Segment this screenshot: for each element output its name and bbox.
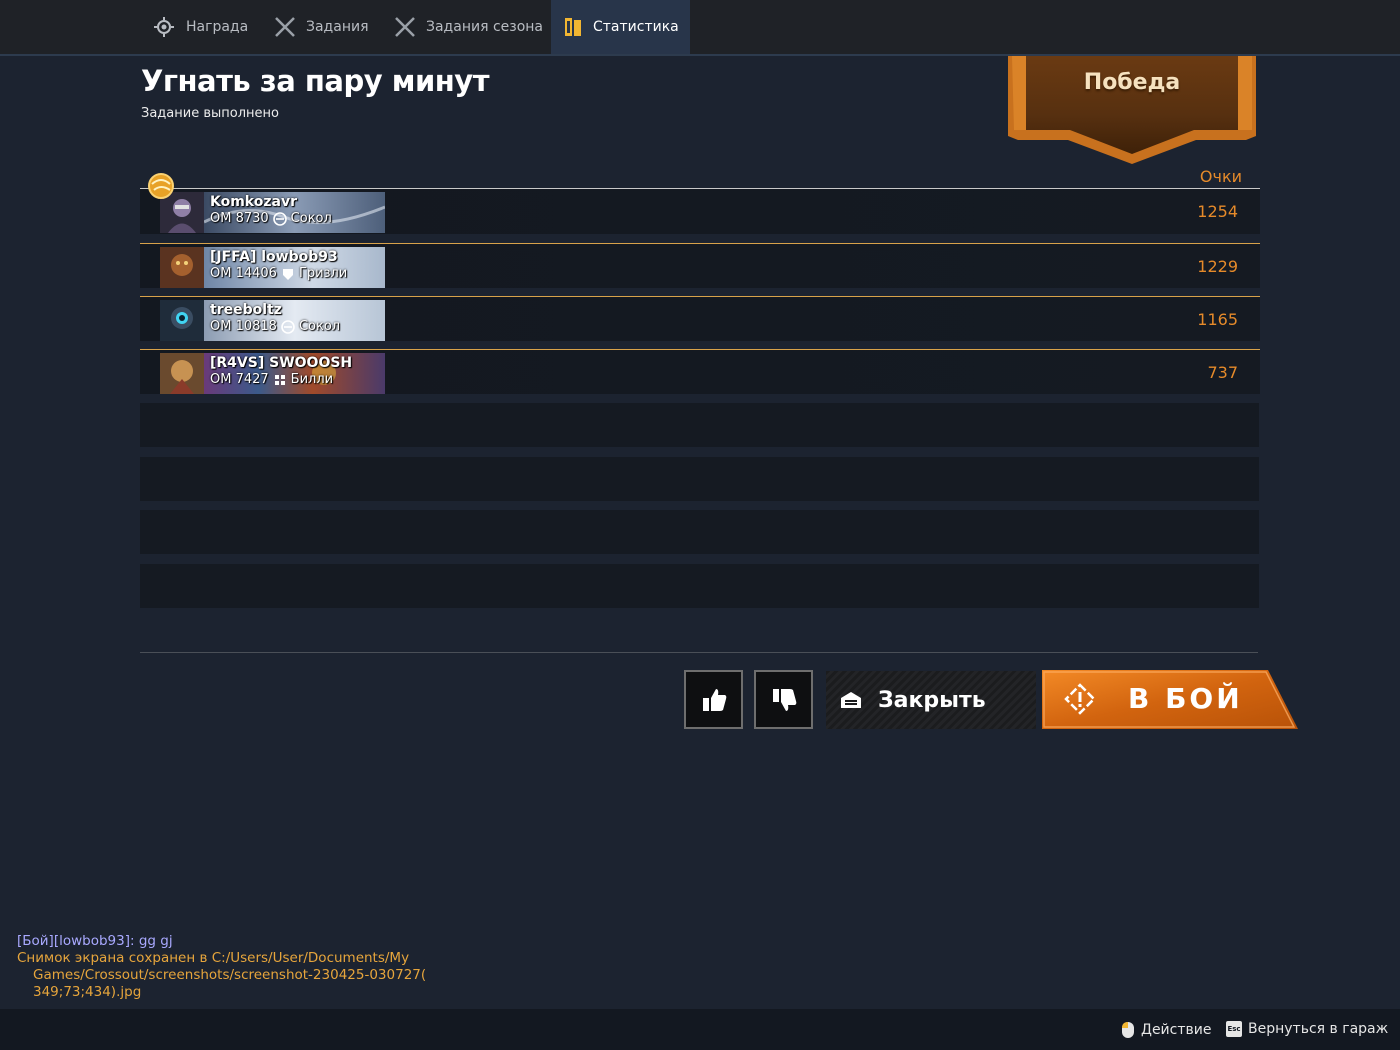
close-button-label: Закрыть [878, 687, 986, 713]
player-score: 1254 [1197, 202, 1238, 221]
player-row[interactable]: Komkozavr ОМ 8730 Сокол 1254 [140, 189, 1260, 234]
player-faction: Сокол [290, 211, 332, 226]
mouse-icon [1122, 1022, 1134, 1038]
player-faction: Билли [290, 372, 334, 387]
empty-row [140, 564, 1259, 608]
tab-season-missions[interactable]: Задания сезона [382, 0, 550, 54]
tab-statistics[interactable]: Статистика [551, 0, 690, 54]
hint-action-label: Действие [1141, 1022, 1212, 1038]
falcon-icon [281, 319, 295, 334]
avatar [160, 353, 204, 394]
player-info: ОМ 14406 Гризли [210, 266, 347, 281]
esc-key-icon: Esc [1226, 1021, 1242, 1037]
player-name: treeboltz [210, 302, 282, 318]
tab-missions[interactable]: Задания [262, 0, 382, 54]
player-faction: Гризли [298, 266, 348, 281]
tab-reward-label: Награда [186, 19, 249, 35]
battle-alert-icon [1064, 683, 1096, 715]
mission-status: Задание выполнено [141, 106, 279, 121]
chat-system-message-cont: 349;73;434).jpg [33, 984, 142, 1000]
close-button[interactable]: Закрыть [826, 671, 1036, 729]
thumbs-down-icon [772, 688, 796, 711]
result-label: Победа [1083, 70, 1181, 95]
stats-card-icon [565, 18, 581, 36]
empty-row [140, 403, 1259, 447]
chat-system-message: Снимок экрана сохранен в C:/Users/User/D… [17, 950, 410, 966]
avatar [160, 300, 204, 341]
avatar [160, 247, 204, 288]
thumbs-up-icon [702, 688, 726, 711]
player-info: ОМ 7427 Билли [210, 372, 333, 387]
hint-back-to-garage[interactable]: Esc Вернуться в гараж [1226, 1021, 1388, 1037]
billy-icon [274, 374, 285, 385]
like-button[interactable] [684, 670, 743, 729]
player-row[interactable]: treeboltz ОМ 10818 Сокол 1165 [140, 296, 1260, 341]
player-row[interactable]: [R4VS] SWOOOSH ОМ 7427 Билли 737 [140, 349, 1260, 394]
table-bottom-divider [140, 652, 1258, 653]
player-score: 1165 [1197, 310, 1238, 329]
crossed-swords-icon [275, 17, 295, 37]
player-power-score: ОМ 7427 [210, 372, 269, 387]
dislike-button[interactable] [754, 670, 813, 729]
chat-log: [Бой][lowbob93]: gg gj Снимок экрана сох… [17, 933, 437, 1001]
player-power-score: ОМ 14406 [210, 266, 277, 281]
player-power-score: ОМ 10818 [210, 319, 277, 334]
tab-statistics-label: Статистика [593, 19, 679, 35]
player-name: [JFFA] lowbob93 [210, 249, 338, 265]
empty-row [140, 510, 1259, 554]
player-row[interactable]: [JFFA] lowbob93 ОМ 14406 Гризли 1229 [140, 243, 1260, 288]
player-faction: Сокол [298, 319, 341, 334]
mission-title: Угнать за пару минут [141, 64, 490, 98]
player-name: Komkozavr [210, 194, 297, 210]
mvp-badge-icon [148, 173, 174, 199]
tab-missions-label: Задания [306, 19, 369, 35]
player-score: 1229 [1197, 257, 1238, 276]
hint-back-label: Вернуться в гараж [1248, 1021, 1389, 1037]
player-power-score: ОМ 8730 [210, 211, 269, 226]
reward-gear-icon [154, 17, 174, 37]
crossed-swords-icon [395, 17, 415, 37]
player-score: 737 [1207, 363, 1238, 382]
hint-action[interactable]: Действие [1121, 1021, 1211, 1039]
chat-system-message-cont: Games/Crossout/screenshots/screenshot-23… [33, 967, 427, 983]
player-info: ОМ 8730 Сокол [210, 211, 332, 226]
grizzly-icon [282, 268, 293, 280]
to-battle-button-label: В БОЙ [1128, 682, 1243, 715]
tab-reward[interactable]: Награда [140, 0, 262, 54]
tab-season-missions-label: Задания сезона [426, 19, 543, 35]
garage-icon [841, 692, 861, 708]
player-info: ОМ 10818 Сокол [210, 319, 340, 334]
player-name: [R4VS] SWOOOSH [210, 355, 353, 371]
empty-row [140, 457, 1259, 501]
chat-message: [Бой][lowbob93]: gg gj [17, 933, 173, 949]
score-column-header: Очки [1199, 167, 1242, 186]
falcon-icon [272, 211, 287, 226]
